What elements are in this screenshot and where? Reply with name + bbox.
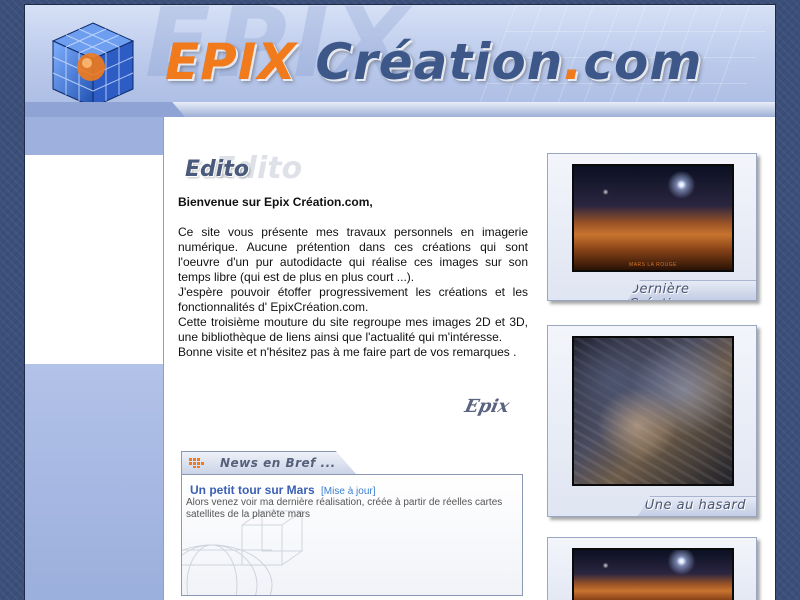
site-logo[interactable]: EPIX Création.com — [165, 33, 702, 91]
edito-paragraph: J'espère pouvoir étoffer progressivement… — [178, 285, 528, 314]
random-creation-thumbnail[interactable] — [572, 336, 734, 486]
edito-greeting: Bienvenue sur Epix Création.com, — [178, 195, 373, 209]
random-creation-label[interactable]: Une au hasard — [645, 498, 746, 513]
latest-creation-panel: MARS LA ROUGE Dernière Création — [547, 153, 757, 301]
news-tab-label: News en Bref ... — [220, 456, 336, 470]
news-grid-icon — [189, 458, 204, 468]
left-column-bottom-band — [25, 364, 163, 600]
author-signature: Epix — [462, 396, 512, 417]
column-divider — [163, 117, 164, 600]
cube-logo-icon[interactable] — [47, 19, 139, 111]
news-item-link[interactable]: Un petit tour sur Mars [Mise à jour] — [190, 483, 376, 497]
news-item-tag: [Mise à jour] — [321, 486, 376, 497]
random-creation-label-tab: Une au hasard — [638, 496, 756, 516]
edito-paragraph: Bonne visite et n'hésitez pas à me faire… — [178, 345, 517, 359]
news-item-title[interactable]: Un petit tour sur Mars — [190, 483, 315, 497]
edito-paragraph: Cette troisième mouture du site regroupe… — [178, 315, 528, 344]
logo-epix: EPIX — [165, 33, 297, 91]
left-column-top-band — [25, 117, 163, 155]
third-creation-thumbnail[interactable] — [572, 548, 734, 600]
news-box: Un petit tour sur Mars [Mise à jour] Alo… — [181, 474, 523, 596]
left-navigation-column — [25, 117, 163, 600]
mars-landscape-image — [574, 166, 732, 270]
edito-text: Bienvenue sur Epix Création.com, Ce site… — [178, 195, 528, 360]
edito-heading-label: Edito — [185, 157, 249, 182]
page-frame: EPIX EPIX Création.com Edito Edito Bienv… — [24, 4, 776, 600]
news-item-text: Alors venez voir ma dernière réalisation… — [186, 497, 503, 520]
logo-dot: . — [563, 33, 584, 91]
latest-creation-label[interactable]: Dernière Création — [629, 282, 746, 300]
news-tab: News en Bref ... — [181, 451, 357, 475]
thumbnail-caption: MARS LA ROUGE — [629, 262, 677, 268]
edito-paragraph: Ce site vous présente mes travaux person… — [178, 225, 528, 284]
logo-creation: Création — [315, 33, 564, 91]
abstract-artwork-image — [574, 338, 732, 484]
third-creation-panel — [547, 537, 757, 600]
header-left-tab — [25, 102, 185, 117]
site-header: EPIX EPIX Création.com — [25, 5, 775, 117]
latest-creation-label-tab: Dernière Création — [628, 280, 756, 300]
mars-landscape-image — [574, 550, 732, 600]
random-creation-panel: Une au hasard — [547, 325, 757, 517]
logo-com: com — [583, 33, 703, 91]
latest-creation-thumbnail[interactable]: MARS LA ROUGE — [572, 164, 734, 272]
edito-heading: Edito Edito — [185, 151, 325, 191]
